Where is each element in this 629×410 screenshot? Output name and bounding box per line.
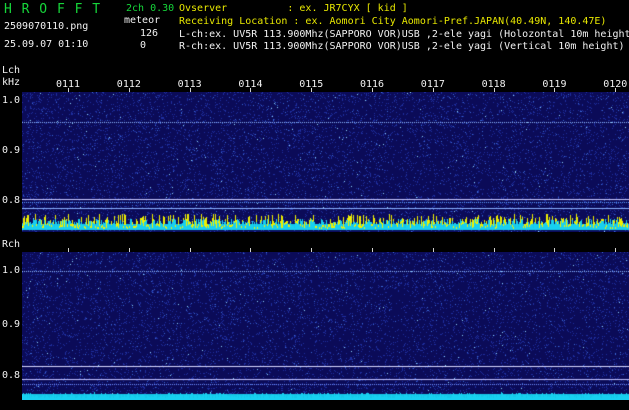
meteor-label: meteor (124, 15, 161, 26)
lch-unit: kHz (2, 77, 21, 88)
lch-title: Lch (2, 65, 21, 76)
observer-line: Ovserver : ex. JR7CYX [ kid ] (179, 3, 408, 14)
rch-tick-0-9: 0.9 (2, 319, 21, 330)
lch-info-line: L-ch:ex. UV5R 113.900Mhz(SAPPORO VOR)USB… (179, 29, 629, 40)
capture-datetime: 25.09.07 01:10 (4, 39, 89, 50)
rch-tick-0-8: 0.8 (2, 370, 21, 381)
rch-tick-1-0: 1.0 (2, 265, 21, 276)
app-version: 2ch 0.30 (126, 3, 175, 14)
lch-tick-1-0: 1.0 (2, 95, 21, 106)
app-logo: H R O F F T (4, 2, 102, 17)
meteor-count-lch: 126 (140, 28, 159, 39)
lch-waterfall (22, 92, 629, 232)
lch-tick-0-9: 0.9 (2, 145, 21, 156)
meteor-count-rch: 0 (140, 40, 147, 51)
rch-info-line: R-ch:ex. UV5R 113.900Mhz(SAPPORO VOR)USB… (179, 41, 625, 52)
image-filename: 2509070110.png (4, 21, 89, 32)
lch-tick-0-8: 0.8 (2, 195, 21, 206)
rch-title: Rch (2, 239, 21, 250)
rch-waterfall (22, 252, 629, 400)
location-line: Receiving Location : ex. Aomori City Aom… (179, 16, 607, 27)
